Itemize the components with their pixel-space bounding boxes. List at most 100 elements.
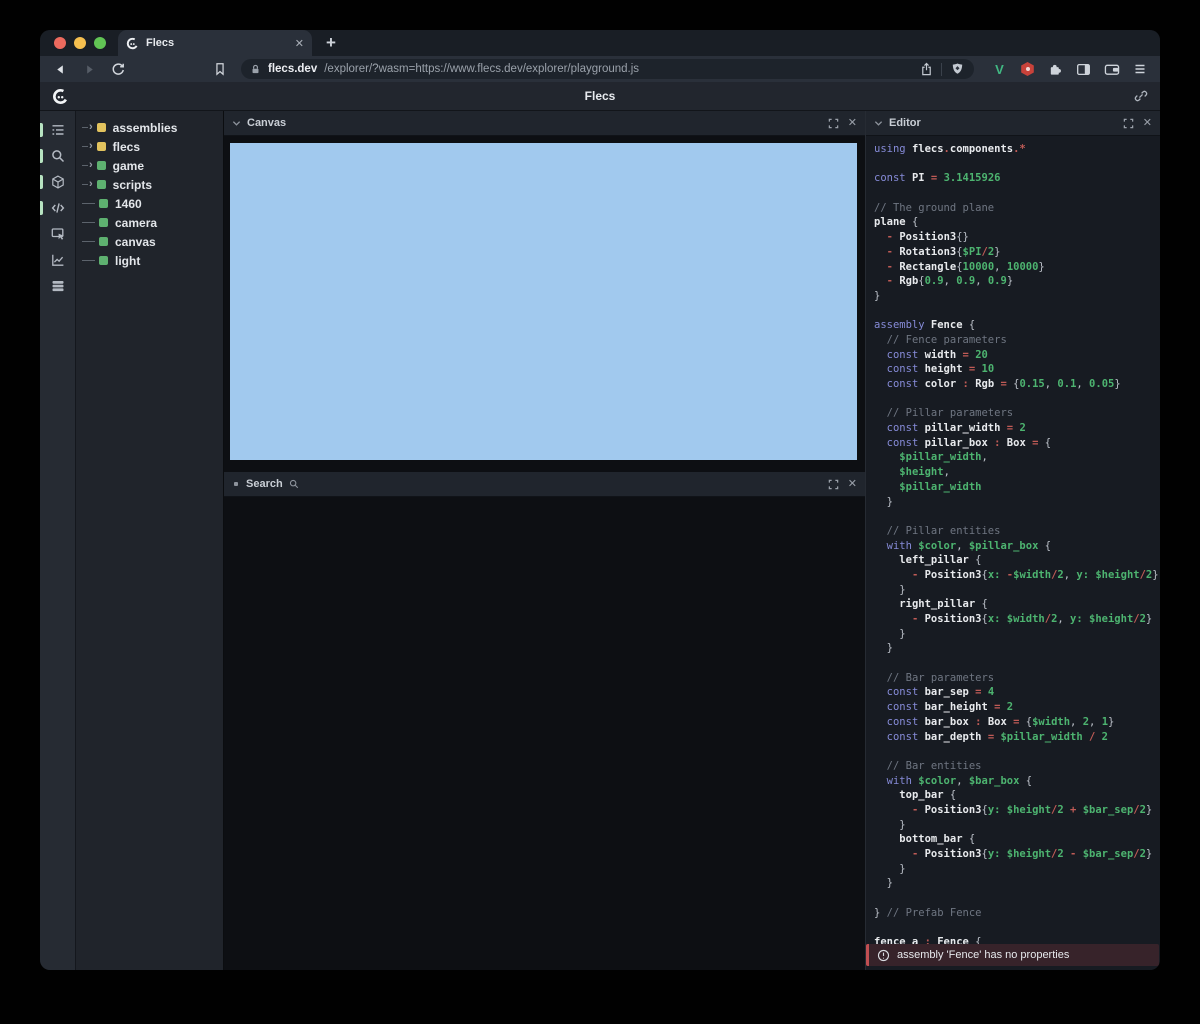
fullscreen-icon[interactable] xyxy=(1123,118,1134,129)
canvas-panel-header: Canvas ✕ xyxy=(224,111,865,136)
code-line: $pillar_width, xyxy=(874,450,1158,465)
close-panel-icon[interactable]: ✕ xyxy=(848,479,857,490)
tree-connector xyxy=(82,146,88,147)
search-panel-header: Search ✕ xyxy=(224,472,865,497)
chevron-right-icon[interactable]: › xyxy=(89,122,93,133)
tree-item-label: light xyxy=(115,254,140,268)
url-domain: flecs.dev xyxy=(268,63,317,75)
tree-item-canvas[interactable]: canvas xyxy=(76,232,223,251)
tree-item-flecs[interactable]: › flecs xyxy=(76,137,223,156)
code-line xyxy=(874,157,1158,172)
fullscreen-icon[interactable] xyxy=(828,479,839,490)
back-icon[interactable] xyxy=(52,61,68,77)
tree-connector xyxy=(82,184,88,185)
canvas-viewport[interactable] xyxy=(230,143,857,460)
code-line xyxy=(874,392,1158,407)
url-bar[interactable]: flecs.dev /explorer/?wasm=https://www.fl… xyxy=(241,59,974,79)
browser-tab-flecs[interactable]: Flecs ✕ xyxy=(118,30,312,56)
active-panel-indicator xyxy=(40,123,43,137)
window-controls xyxy=(40,30,114,56)
code-line: assembly Fence { xyxy=(874,318,1158,333)
tree-item-1460[interactable]: 1460 xyxy=(76,194,223,213)
tree-item-game[interactable]: › game xyxy=(76,156,223,175)
forward-icon[interactable] xyxy=(81,61,97,77)
entity-tree-dock-button[interactable] xyxy=(40,117,75,143)
error-message-bar: assembly 'Fence' has no properties xyxy=(866,944,1159,966)
menu-icon[interactable] xyxy=(1131,61,1148,78)
code-line: // Bar entities xyxy=(874,759,1158,774)
code-line: plane { xyxy=(874,215,1158,230)
code-line xyxy=(874,920,1158,935)
entities-icon xyxy=(51,175,65,189)
brave-shield-icon[interactable] xyxy=(949,61,965,77)
close-window-button[interactable] xyxy=(54,37,66,49)
fullscreen-icon[interactable] xyxy=(828,118,839,129)
chevron-down-icon[interactable] xyxy=(874,119,883,128)
collapsed-indicator-icon[interactable] xyxy=(234,482,238,486)
entities-dock-button[interactable] xyxy=(40,169,75,195)
share-icon[interactable] xyxy=(918,61,934,77)
code-icon xyxy=(51,201,65,215)
reload-icon[interactable] xyxy=(110,61,126,77)
wallet-icon[interactable] xyxy=(1103,61,1120,78)
close-panel-icon[interactable]: ✕ xyxy=(848,118,857,129)
search-icon xyxy=(289,479,299,489)
code-line: - Rgb{0.9, 0.9, 0.9} xyxy=(874,274,1158,289)
code-line: $height, xyxy=(874,465,1158,480)
inspector-dock-button[interactable] xyxy=(40,221,75,247)
stats-icon xyxy=(51,253,65,267)
search-panel-title: Search xyxy=(246,478,283,490)
code-line: - Position3{x: -$width/2, y: $height/2} xyxy=(874,568,1158,583)
error-text: assembly 'Fence' has no properties xyxy=(897,949,1069,961)
share-link-icon[interactable] xyxy=(1134,89,1148,103)
entity-kind-icon xyxy=(99,237,108,246)
tree-item-light[interactable]: light xyxy=(76,251,223,270)
active-panel-indicator xyxy=(40,201,43,215)
red-hexagon-extension-icon[interactable] xyxy=(1019,61,1036,78)
code-line: - Position3{x: $width/2, y: $height/2} xyxy=(874,612,1158,627)
zoom-window-button[interactable] xyxy=(94,37,106,49)
search-icon xyxy=(51,149,65,163)
stats-dock-button[interactable] xyxy=(40,247,75,273)
code-line: const width = 20 xyxy=(874,348,1158,363)
code-dock-button[interactable] xyxy=(40,195,75,221)
minimize-window-button[interactable] xyxy=(74,37,86,49)
new-tab-button[interactable]: + xyxy=(312,30,336,56)
code-line: // Bar parameters xyxy=(874,671,1158,686)
editor-panel-header: Editor ✕ xyxy=(866,111,1160,136)
code-line: } xyxy=(874,289,1158,304)
tree-item-label: flecs xyxy=(113,140,140,154)
tree-connector xyxy=(82,203,95,204)
extensions-puzzle-icon[interactable] xyxy=(1047,61,1064,78)
tree-item-label: game xyxy=(113,159,144,173)
tree-item-assemblies[interactable]: ›assemblies xyxy=(76,118,223,137)
search-dock-button[interactable] xyxy=(40,143,75,169)
sidebar-toggle-icon[interactable] xyxy=(1075,61,1092,78)
entity-kind-icon xyxy=(97,123,106,132)
chevron-down-icon[interactable] xyxy=(232,119,241,128)
code-line: const bar_sep = 4 xyxy=(874,685,1158,700)
close-panel-icon[interactable]: ✕ xyxy=(1143,118,1152,129)
vue-devtools-extension-icon[interactable]: V xyxy=(991,61,1008,78)
flecs-logo-icon[interactable] xyxy=(52,88,69,105)
tree-item-camera[interactable]: camera xyxy=(76,213,223,232)
editor-panel-title: Editor xyxy=(889,117,921,129)
code-line: // Pillar parameters xyxy=(874,406,1158,421)
tree-item-scripts[interactable]: ›scripts xyxy=(76,175,223,194)
code-line xyxy=(874,744,1158,759)
active-panel-indicator xyxy=(40,149,43,163)
entity-kind-icon xyxy=(99,218,108,227)
extension-cluster: V xyxy=(991,61,1148,78)
chevron-right-icon[interactable]: › xyxy=(89,179,93,190)
code-editor[interactable]: using flecs.components.* const PI = 3.14… xyxy=(866,136,1160,970)
tab-close-icon[interactable]: ✕ xyxy=(295,37,304,50)
bookmark-icon[interactable] xyxy=(212,61,228,77)
tree-connector xyxy=(82,260,95,261)
entity-tree-panel: ›assemblies›flecs›game›scripts1460camera… xyxy=(76,111,224,970)
code-line: // Pillar entities xyxy=(874,524,1158,539)
chevron-right-icon[interactable]: › xyxy=(89,141,93,152)
code-line: top_bar { xyxy=(874,788,1158,803)
chevron-right-icon[interactable]: › xyxy=(89,160,93,171)
queries-dock-button[interactable] xyxy=(40,273,75,299)
inspector-icon xyxy=(51,227,65,241)
